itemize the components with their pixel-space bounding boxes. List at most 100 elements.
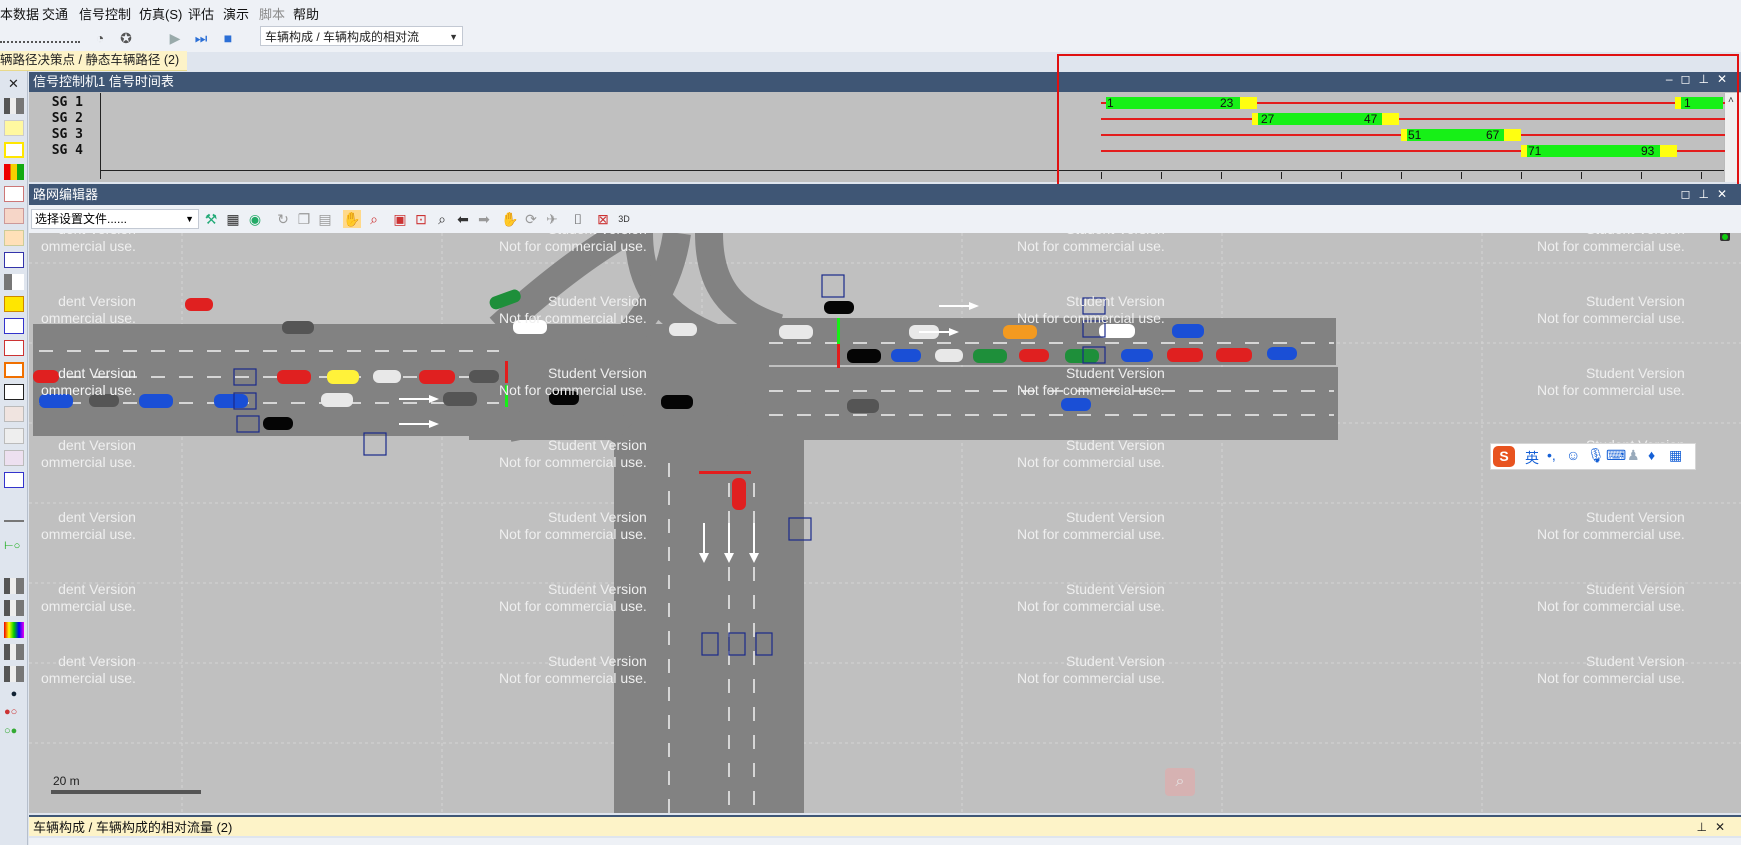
watermark: Student VersionNot for commercial use. — [1017, 653, 1165, 687]
priority-rules-icon[interactable] — [4, 296, 24, 312]
pt-stops-icon[interactable] — [4, 340, 24, 356]
menu-base-data[interactable]: 本数据 — [0, 4, 39, 23]
links-icon[interactable] — [4, 98, 24, 114]
menu-traffic[interactable]: 交通 — [42, 4, 68, 23]
speedometer-icon[interactable]: ◔ — [91, 29, 109, 47]
point-icon[interactable]: ● — [4, 688, 24, 704]
zoom-all-icon[interactable]: ▣ — [391, 210, 409, 228]
vehicle — [935, 349, 963, 362]
stop-icon[interactable]: ■ — [219, 29, 237, 47]
no-3d-icon[interactable]: ⊠ — [594, 210, 612, 228]
vehicle — [327, 370, 359, 384]
rotate-view-icon[interactable]: ⟳ — [522, 210, 540, 228]
nodes-icon[interactable] — [4, 384, 24, 400]
routes-tab[interactable]: 辆路径决策点 / 静态车辆路径 (2) — [0, 51, 188, 71]
paste-icon[interactable]: ▤ — [316, 210, 334, 228]
close-icon[interactable]: ✕ — [1715, 820, 1733, 834]
rotate-icon[interactable]: ↻ — [274, 210, 292, 228]
watermark-line2: Not for commercial use. — [499, 454, 647, 470]
watermark-line2: Not for commercial use. — [1017, 670, 1165, 686]
ime-punct-icon[interactable]: •, — [1547, 447, 1556, 463]
travel-times-icon[interactable] — [4, 428, 24, 444]
ime-menu-icon[interactable]: ▦ — [1669, 447, 1682, 464]
ime-skin-icon[interactable]: ♦ — [1648, 447, 1655, 463]
parking-icon[interactable] — [4, 274, 24, 290]
watermark: dent Versionommercial use. — [41, 233, 136, 255]
sections-icon[interactable] — [4, 472, 24, 488]
ime-keyboard-icon[interactable]: ⌨ — [1606, 447, 1626, 464]
ime-lang[interactable]: 英 — [1525, 448, 1539, 468]
restore-icon[interactable]: ◻ — [1681, 187, 1699, 201]
watermark-line1: Student Version — [1585, 509, 1685, 525]
watermark-line1: Student Version — [1065, 437, 1165, 453]
select-hand-icon[interactable]: ✋ — [343, 210, 361, 228]
settings-file-combo[interactable]: 选择设置文件...... ▼ — [31, 209, 199, 229]
search-icon[interactable]: ⌕ — [1165, 768, 1195, 796]
stop-signs-icon[interactable] — [4, 186, 24, 202]
ime-emoji-icon[interactable]: ☺ — [1566, 447, 1580, 463]
vehicle — [779, 325, 813, 339]
conflict-areas-icon[interactable] — [4, 318, 24, 334]
menu-presentation[interactable]: 演示 — [223, 4, 249, 23]
3d-icon[interactable]: 3D — [615, 210, 633, 228]
watermark-line1: Student Version — [547, 509, 647, 525]
copy-icon[interactable]: ❐ — [295, 210, 313, 228]
pt-lines-icon[interactable] — [4, 362, 24, 378]
reduced-speed-icon[interactable] — [4, 142, 24, 158]
close-icon[interactable]: ✕ — [1717, 187, 1735, 201]
close-icon[interactable]: ✕ — [8, 76, 19, 92]
network-canvas[interactable]: dent Versionommercial use. dent Versiono… — [29, 233, 1741, 813]
zoom-window-icon[interactable]: ⊡ — [412, 210, 430, 228]
menu-evaluation[interactable]: 评估 — [188, 4, 214, 23]
network-editor-title-text: 路网编辑器 — [33, 187, 99, 202]
grid-icon[interactable]: ▦ — [224, 210, 242, 228]
queue-counters-icon[interactable] — [4, 450, 24, 466]
arrow-right-icon[interactable]: ➡ — [475, 210, 493, 228]
vehicle-composition-combo[interactable]: 车辆构成 / 车辆构成的相对流 ▼ — [260, 26, 463, 46]
sg-label-3: SG 3 — [51, 127, 83, 142]
menu-signal-control[interactable]: 信号控制 — [79, 4, 131, 23]
pedestrian-decisions-icon[interactable]: ○● — [4, 725, 24, 741]
watermark-line2: Not for commercial use. — [1017, 526, 1165, 542]
detectors-icon[interactable] — [4, 208, 24, 224]
ime-user-icon[interactable]: ♟ — [1627, 447, 1640, 464]
camera-icon[interactable]: ⌷ — [569, 210, 587, 228]
3d-objects-icon[interactable]: ⊢○ — [4, 539, 24, 555]
menu-simulation[interactable]: 仿真(S) — [139, 4, 182, 23]
ime-voice-icon[interactable]: 🎙 — [1587, 447, 1605, 464]
ime-toolbar[interactable]: S 英 •, ☺ 🎙 ⌨ ♟ ♦ ▦ — [1490, 443, 1696, 470]
settings-star-icon[interactable]: ✪ — [117, 29, 135, 47]
ramps-icon[interactable] — [4, 622, 24, 638]
desired-speed-icon[interactable] — [4, 120, 24, 136]
step-icon[interactable]: ⏭ — [192, 29, 210, 47]
watermark-line1: Student Version — [1585, 653, 1685, 669]
fly-icon[interactable]: ✈ — [543, 210, 561, 228]
play-icon[interactable]: ▶ — [166, 29, 184, 47]
arrow-left-icon[interactable]: ⬅ — [454, 210, 472, 228]
pin-icon[interactable]: ⊥ — [1696, 820, 1714, 834]
magnify-select-icon[interactable]: ⌕ — [365, 210, 383, 228]
elevators-icon[interactable] — [4, 644, 24, 660]
data-collection-icon[interactable] — [4, 406, 24, 422]
background-images-icon[interactable] — [4, 520, 24, 536]
pan-hand-icon[interactable]: ✋ — [501, 210, 519, 228]
vehicle-inputs-icon[interactable] — [4, 230, 24, 246]
wrench-icon[interactable]: ⚒ — [202, 210, 220, 228]
menu-help[interactable]: 帮助 — [293, 4, 319, 23]
signal-heads-icon[interactable] — [4, 164, 24, 180]
zoom-icon[interactable]: ⌕ — [433, 210, 451, 228]
globe-icon[interactable]: ◉ — [246, 210, 264, 228]
obstacles-icon[interactable] — [4, 600, 24, 616]
routes-icon[interactable] — [4, 252, 24, 268]
pedestrian-inputs-icon[interactable] — [4, 666, 24, 682]
bottom-toolbar-strip — [29, 838, 1741, 845]
areas-icon[interactable] — [4, 578, 24, 594]
watermark-line1: Student Version — [547, 437, 647, 453]
vehicle — [847, 399, 879, 413]
watermark: Student VersionNot for commercial use. — [1017, 233, 1165, 255]
watermark-line2: ommercial use. — [41, 382, 136, 398]
pedestrian-routes-icon[interactable]: ●○ — [4, 706, 24, 722]
ime-logo-icon[interactable]: S — [1493, 446, 1515, 467]
pin-icon[interactable]: ⊥ — [1698, 187, 1716, 201]
menu-scripts[interactable]: 脚本 — [259, 4, 285, 23]
